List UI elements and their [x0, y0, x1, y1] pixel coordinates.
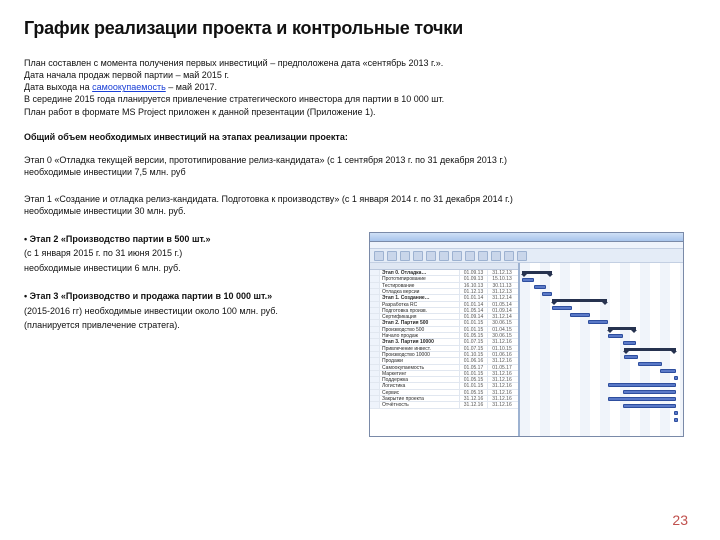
gantt-task-bar: [638, 362, 662, 366]
gantt-task-bar: [660, 369, 676, 373]
investment-heading: Общий объем необходимых инвестиций на эт…: [24, 132, 696, 142]
thumb-toolbar: [370, 249, 683, 263]
gantt-task-bar: [534, 285, 546, 289]
table-row: Отчётность31.12.1631.12.16: [370, 402, 518, 408]
stage-1-investment: необходимые инвестиции 30 млн. руб.: [24, 205, 696, 218]
intro-line-2: Дата начала продаж первой партии – май 2…: [24, 69, 696, 81]
page-number: 23: [672, 512, 688, 528]
page-title: График реализации проекта и контрольные …: [24, 18, 696, 39]
thumb-titlebar: [370, 233, 683, 242]
gantt-summary-bar: [624, 348, 676, 351]
gantt-task-bar: [608, 334, 623, 338]
stage-3-note: (планируется привлечение стратега).: [24, 318, 359, 332]
gantt-task-bar: [608, 383, 676, 387]
gantt-task-bar: [570, 313, 590, 317]
gantt-summary-bar: [552, 299, 607, 302]
gantt-task-bar: [522, 278, 534, 282]
gantt-summary-bar: [608, 327, 636, 330]
stage-0: Этап 0 «Отладка текущей версии, прототип…: [24, 154, 696, 179]
gantt-task-bar: [588, 320, 608, 324]
gantt-task-bar: [623, 390, 676, 394]
gantt-task-bar: [552, 306, 572, 310]
intro-line-4: В середине 2015 года планируется привлеч…: [24, 93, 696, 105]
stage-2: • Этап 2 «Производство партии в 500 шт.»…: [24, 232, 359, 275]
stage-0-title: Этап 0 «Отладка текущей версии, прототип…: [24, 154, 696, 167]
stage-1: Этап 1 «Создание и отладка релиз-кандида…: [24, 193, 696, 218]
stage-2-title: • Этап 2 «Производство партии в 500 шт.»: [24, 232, 359, 246]
thumb-menubar: [370, 242, 683, 249]
msproject-thumbnail: Этап 0. Отладка…01.09.1331.12.13Прототип…: [369, 232, 684, 437]
gantt-task-bar: [623, 341, 636, 345]
intro-line-3a: Дата выхода на: [24, 82, 92, 92]
intro-line-5: План работ в формате MS Project приложен…: [24, 106, 696, 118]
stage-3-dates: (2015-2016 гг) необходимые инвестиции ок…: [24, 304, 359, 318]
gantt-summary-bar: [522, 271, 552, 274]
gantt-task-bar: [674, 411, 678, 415]
stage-2-investment: необходимые инвестиции 6 млн. руб.: [24, 261, 359, 275]
gantt-task-bar: [542, 292, 552, 296]
thumb-gantt-chart: [520, 263, 683, 436]
stage-3: • Этап 3 «Производство и продажа партии …: [24, 289, 359, 332]
intro-line-3: Дата выхода на самоокупаемость – май 201…: [24, 81, 696, 93]
stage-0-investment: необходимые инвестиции 7,5 млн. руб: [24, 166, 696, 179]
gantt-task-bar: [674, 376, 678, 380]
intro-line-3b: – май 2017.: [166, 82, 217, 92]
intro-line-1: План составлен с момента получения первы…: [24, 57, 696, 69]
gantt-task-bar: [674, 418, 678, 422]
gantt-task-bar: [623, 404, 676, 408]
self-sufficiency-link[interactable]: самоокупаемость: [92, 82, 166, 92]
gantt-task-bar: [624, 355, 638, 359]
intro-block: План составлен с момента получения первы…: [24, 57, 696, 118]
stage-1-title: Этап 1 «Создание и отладка релиз-кандида…: [24, 193, 696, 206]
stage-3-title: • Этап 3 «Производство и продажа партии …: [24, 289, 359, 303]
stage-2-dates: (с 1 января 2015 г. по 31 июня 2015 г.): [24, 246, 359, 260]
gantt-task-bar: [608, 397, 676, 401]
thumb-task-grid: Этап 0. Отладка…01.09.1331.12.13Прототип…: [370, 263, 520, 436]
